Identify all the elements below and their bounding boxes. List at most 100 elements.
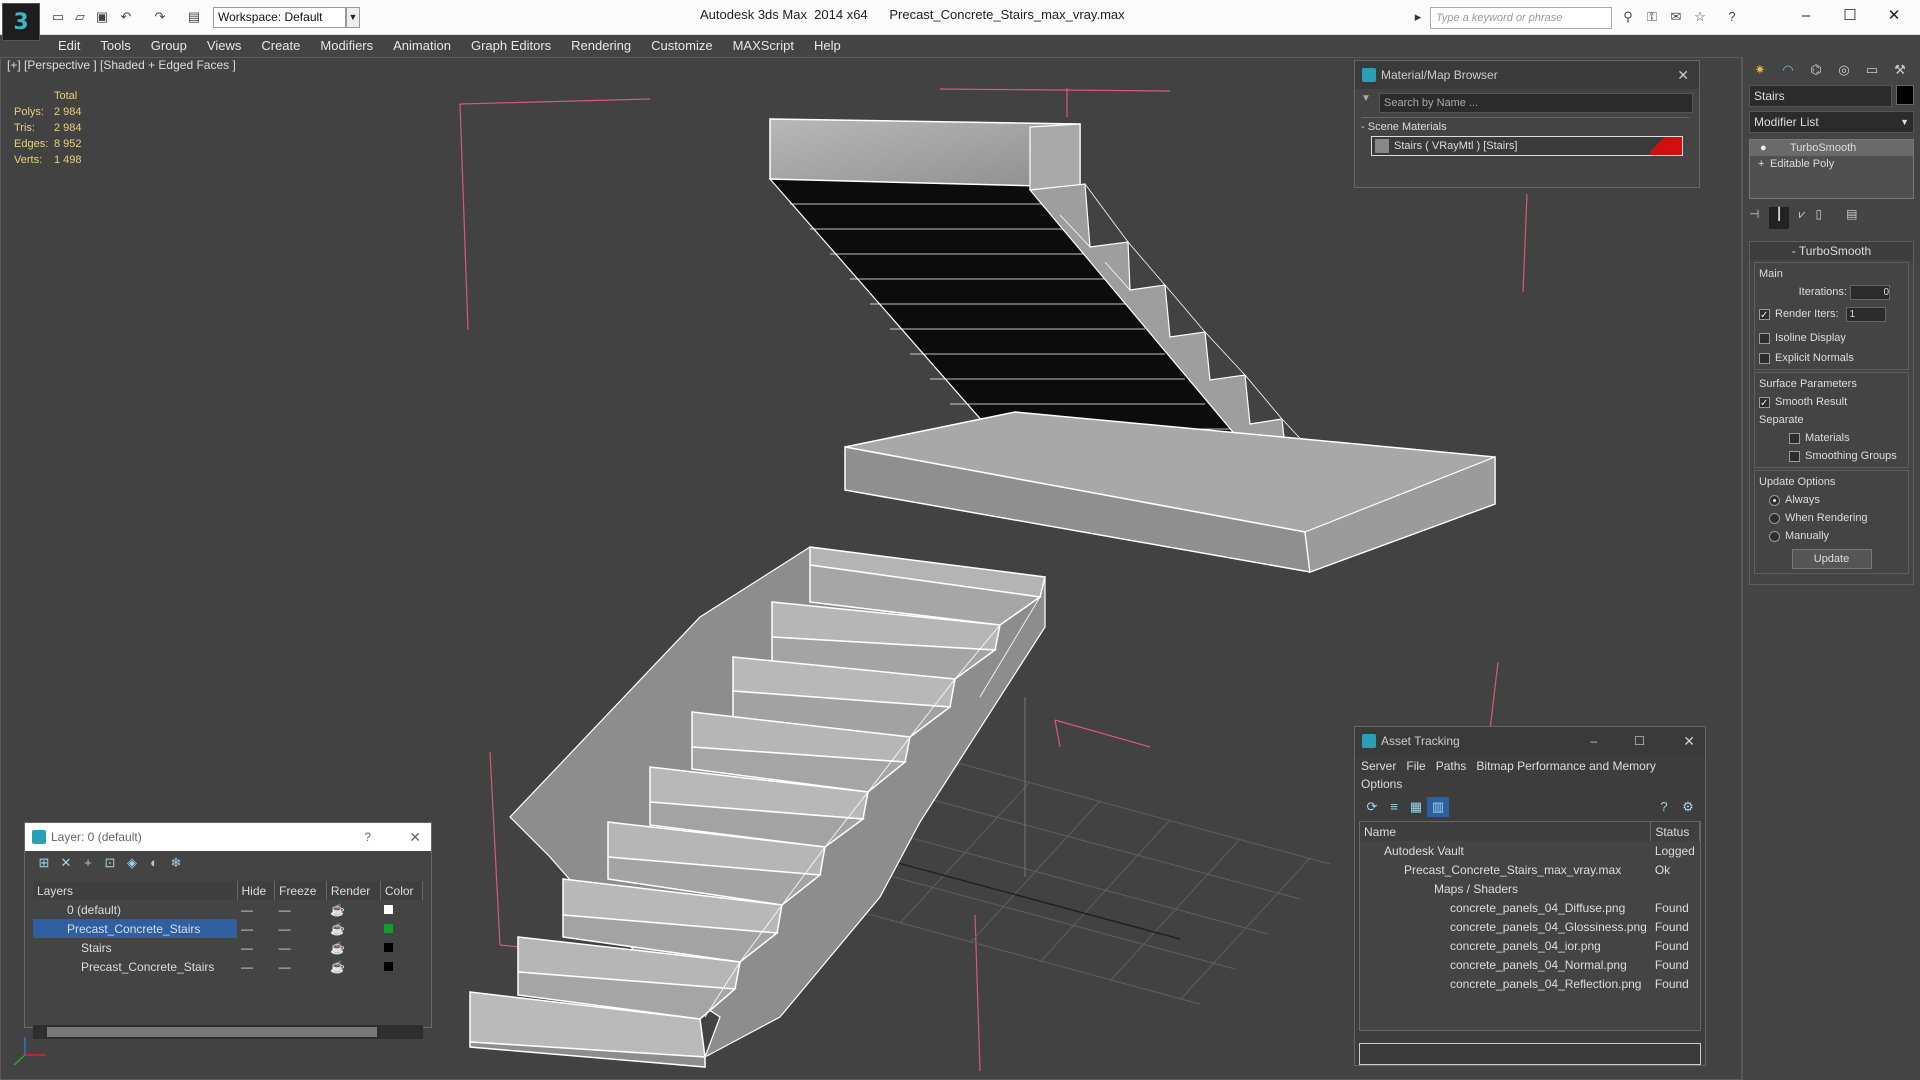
keyword-search-input[interactable]: Type a keyword or phrase	[1430, 7, 1612, 29]
rollout-header[interactable]: - TurboSmooth	[1750, 242, 1913, 260]
table-row[interactable]: concrete_panels_04_Glossiness.png Found	[1360, 917, 1700, 936]
3dsmax-logo-icon[interactable]: 3	[2, 3, 40, 41]
expand-icon[interactable]: +	[1758, 156, 1764, 172]
search-options-icon[interactable]: ▼	[1361, 93, 1375, 113]
manually-radio[interactable]	[1769, 530, 1780, 542]
column-layers[interactable]: Layers	[33, 881, 238, 900]
hide-all-icon[interactable]: ◐	[143, 853, 165, 873]
freeze-all-icon[interactable]: ❄	[165, 853, 187, 873]
scrollbar-thumb[interactable]	[47, 1027, 377, 1037]
hide-toggle[interactable]: —	[237, 957, 275, 976]
refresh-icon[interactable]: ⟳	[1361, 797, 1383, 817]
table-row[interactable]: concrete_panels_04_ior.png Found	[1360, 936, 1700, 955]
help-icon[interactable]: ?	[1653, 797, 1675, 817]
layer-color-swatch[interactable]	[380, 938, 422, 957]
create-tab-icon[interactable]: ✷	[1749, 60, 1771, 80]
column-render[interactable]: Render	[326, 881, 381, 900]
render-teapot-icon[interactable]: ☕	[326, 957, 380, 976]
undo-icon[interactable]: ↶	[116, 7, 136, 27]
utilities-tab-icon[interactable]: ⚒	[1889, 60, 1911, 80]
hide-toggle[interactable]: —	[237, 919, 275, 938]
highlight-layer-icon[interactable]: ◈	[121, 853, 143, 873]
iterations-spinner[interactable]: 0	[1850, 284, 1890, 300]
close-icon[interactable]: ✕	[1677, 61, 1689, 89]
workspace-dropdown[interactable]: Workspace: Default	[213, 7, 346, 28]
display-tab-icon[interactable]: ▭	[1861, 60, 1883, 80]
configure-sets-icon[interactable]: ▤	[1846, 207, 1857, 229]
explicit-normals-checkbox[interactable]	[1759, 352, 1770, 364]
when-rendering-radio[interactable]	[1769, 512, 1780, 524]
freeze-toggle[interactable]: —	[275, 900, 327, 919]
layer-manager-header[interactable]: Layer: 0 (default) ? ✕	[25, 823, 431, 851]
favorites-star-icon[interactable]: ☆	[1690, 7, 1710, 27]
render-teapot-icon[interactable]: ☕	[326, 938, 380, 957]
menu-graph-editors[interactable]: Graph Editors	[461, 35, 561, 57]
render-teapot-icon[interactable]: ☕	[326, 900, 380, 919]
column-color[interactable]: Color	[380, 881, 424, 900]
layer-color-swatch[interactable]	[380, 919, 422, 938]
close-button[interactable]: ✕	[1874, 3, 1914, 29]
freeze-toggle[interactable]: —	[275, 957, 327, 976]
thumbnail-view-icon[interactable]: ▦	[1405, 797, 1427, 817]
close-icon[interactable]: ✕	[1683, 727, 1695, 755]
column-status[interactable]: Status	[1650, 822, 1700, 841]
minimize-button[interactable]: –	[1786, 3, 1826, 29]
menu-server[interactable]: Server	[1361, 759, 1396, 773]
modify-tab-icon[interactable]: ◠	[1777, 60, 1799, 80]
menu-file[interactable]: File	[1406, 759, 1425, 773]
delete-layer-icon[interactable]: ✕	[55, 853, 77, 873]
material-item[interactable]: Stairs ( VRayMtl ) [Stairs]	[1371, 136, 1683, 156]
stack-item-editable-poly[interactable]: + Editable Poly	[1750, 156, 1913, 172]
table-row[interactable]: 0 (default) — — ☕	[33, 900, 423, 919]
column-freeze[interactable]: Freeze	[274, 881, 327, 900]
smoothing-groups-checkbox[interactable]	[1789, 450, 1800, 462]
menu-group[interactable]: Group	[141, 35, 197, 57]
add-to-layer-icon[interactable]: +	[77, 853, 99, 873]
menu-modifiers[interactable]: Modifiers	[310, 35, 383, 57]
settings-icon[interactable]: ⚙	[1677, 797, 1699, 817]
materials-checkbox[interactable]	[1789, 432, 1800, 444]
close-icon[interactable]: ✕	[409, 823, 421, 851]
menu-bitmap-performance[interactable]: Bitmap Performance and Memory	[1476, 759, 1655, 773]
menu-animation[interactable]: Animation	[383, 35, 461, 57]
list-view-icon[interactable]: ≡	[1383, 797, 1405, 817]
column-hide[interactable]: Hide	[237, 881, 276, 900]
table-row[interactable]: Autodesk Vault Logged	[1360, 841, 1700, 860]
pin-stack-icon[interactable]: ⊣	[1749, 207, 1759, 229]
render-iters-spinner[interactable]: 1	[1845, 306, 1886, 322]
infocenter-arrow-icon[interactable]: ▸	[1408, 7, 1428, 27]
minimize-icon[interactable]: –	[1590, 727, 1597, 755]
scene-materials-section[interactable]: - Scene Materials	[1361, 117, 1689, 133]
project-folder-icon[interactable]: ▤	[184, 7, 204, 27]
new-file-icon[interactable]: ▭	[48, 7, 68, 27]
motion-tab-icon[interactable]: ◎	[1833, 60, 1855, 80]
table-row[interactable]: Precast_Concrete_Stairs — — ☕	[33, 919, 423, 938]
layer-color-swatch[interactable]	[380, 900, 422, 919]
binoculars-icon[interactable]: ⚲	[1618, 7, 1638, 27]
isoline-checkbox[interactable]	[1759, 332, 1770, 344]
render-teapot-icon[interactable]: ☕	[326, 919, 380, 938]
save-file-icon[interactable]: ▣	[92, 7, 112, 27]
menu-tools[interactable]: Tools	[90, 35, 140, 57]
table-view-icon[interactable]: ▥	[1427, 797, 1449, 817]
table-row[interactable]: concrete_panels_04_Normal.png Found	[1360, 955, 1700, 974]
bulb-icon[interactable]: ●	[1760, 140, 1767, 156]
make-unique-icon[interactable]: ⩗	[1799, 207, 1806, 229]
stack-item-turbosmooth[interactable]: ● TurboSmooth	[1750, 140, 1913, 156]
menu-paths[interactable]: Paths	[1436, 759, 1467, 773]
redo-icon[interactable]: ↷	[150, 7, 170, 27]
maximize-icon[interactable]: ☐	[1634, 727, 1645, 755]
remove-modifier-icon[interactable]: ▯	[1815, 207, 1822, 229]
chevron-down-icon[interactable]: ▼	[346, 7, 360, 28]
table-row[interactable]: Stairs — — ☕	[33, 938, 423, 957]
menu-options[interactable]: Options	[1361, 777, 1402, 791]
hide-toggle[interactable]: —	[237, 900, 275, 919]
column-name[interactable]: Name	[1360, 822, 1652, 841]
modifier-list-dropdown[interactable]: Modifier List ▼	[1749, 111, 1914, 133]
subscription-icon[interactable]: ⚿	[1642, 7, 1662, 27]
render-iters-checkbox[interactable]	[1759, 307, 1770, 325]
layer-color-swatch[interactable]	[380, 957, 422, 976]
asset-status-field[interactable]	[1359, 1043, 1701, 1065]
always-radio[interactable]	[1769, 494, 1780, 506]
help-icon[interactable]: ?	[1722, 7, 1742, 27]
